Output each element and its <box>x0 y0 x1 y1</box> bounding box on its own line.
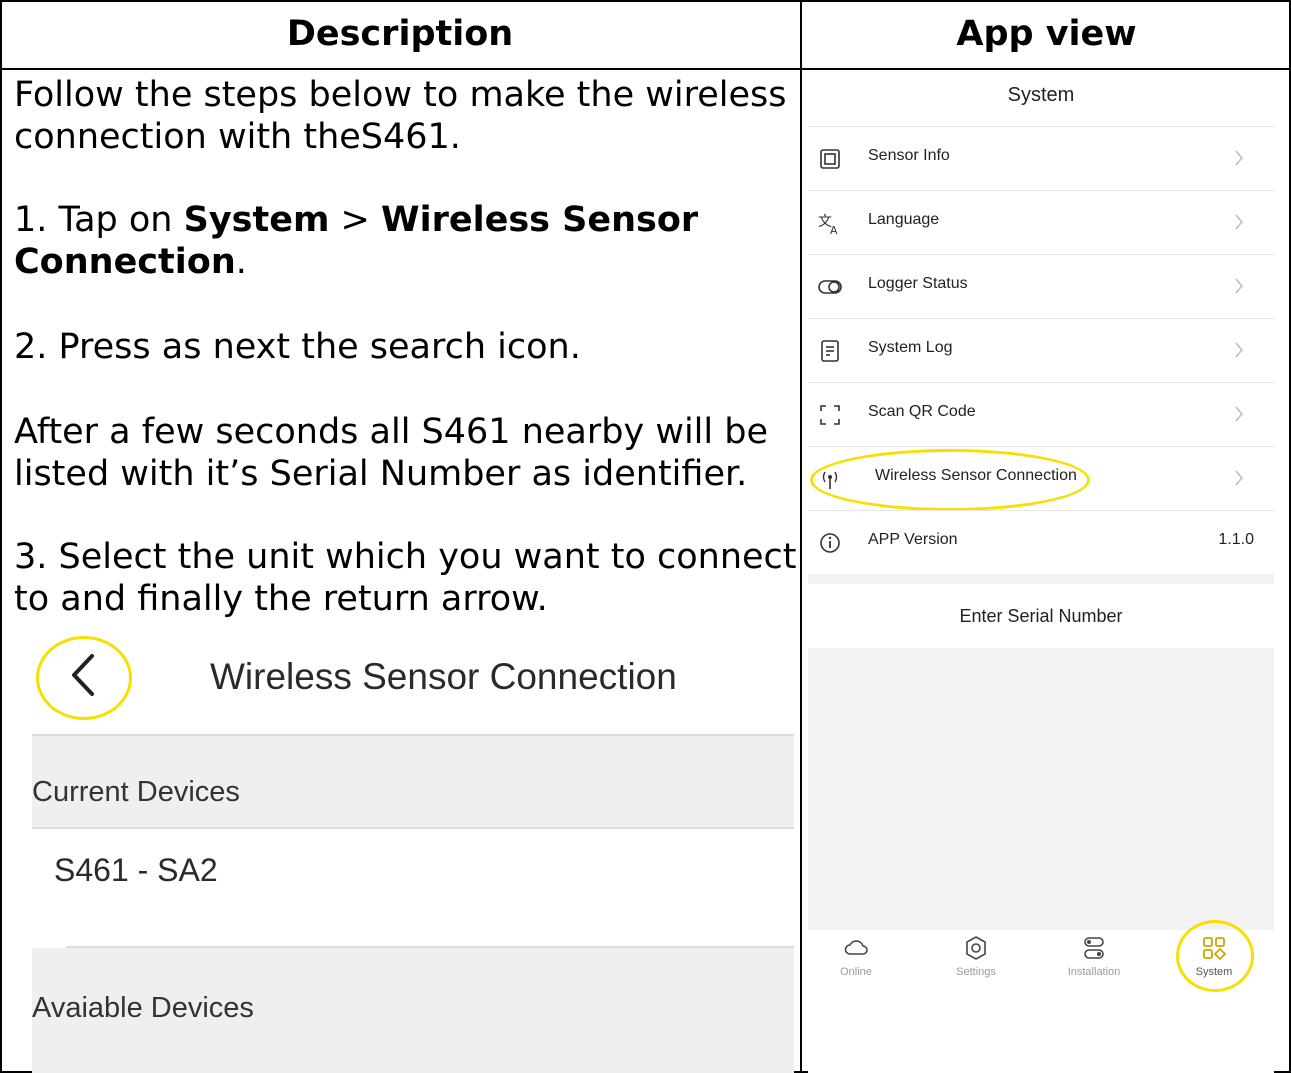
chevron-right-icon <box>1235 470 1243 486</box>
intro-line-2: connection with theS461. <box>14 117 461 157</box>
current-devices-label: Current Devices <box>32 776 240 808</box>
back-arrow-icon[interactable] <box>60 648 110 702</box>
step-1-system: System <box>183 200 330 240</box>
header-app-view: App view <box>956 14 1137 54</box>
installation-icon <box>1084 937 1104 959</box>
after-text: After a few seconds all S461 nearby will… <box>14 411 800 495</box>
section-divider <box>32 827 794 829</box>
section-band <box>808 574 1274 584</box>
cloud-icon <box>844 940 868 955</box>
tab-label: Installation <box>1067 966 1121 978</box>
menu-item-language[interactable]: 文 A Language <box>808 191 1274 255</box>
screen-title: Wireless Sensor Connection <box>210 656 677 697</box>
tab-settings[interactable]: Settings <box>936 934 1016 978</box>
svg-text:A: A <box>830 224 838 235</box>
wireless-connection-screenshot: Wireless Sensor Connection Current Devic… <box>14 630 800 1073</box>
step-2-text: 2. Press as next the search icon. <box>14 327 581 367</box>
step-1-separator: > <box>329 200 381 240</box>
tab-installation[interactable]: Installation <box>1054 934 1134 978</box>
system-tab-highlight-circle <box>1176 920 1254 992</box>
translate-icon: 文 A <box>818 214 838 235</box>
step-3-line-1: 3. Select the unit which you want to con… <box>14 537 797 577</box>
enter-serial-number[interactable]: Enter Serial Number <box>808 606 1274 627</box>
menu-label: System Log <box>868 339 953 356</box>
menu-item-scan-qr[interactable]: Scan QR Code <box>808 383 1274 447</box>
device-item[interactable]: S461 - SA2 <box>54 852 218 889</box>
menu-label: Sensor Info <box>868 147 950 164</box>
chip-icon <box>820 149 840 169</box>
after-line-1: After a few seconds all S461 nearby will… <box>14 412 768 452</box>
gear-icon <box>966 936 986 960</box>
app-version-value: 1.1.0 <box>1218 531 1254 548</box>
intro-text: Follow the steps below to make the wirel… <box>14 74 800 158</box>
tab-label: Settings <box>956 966 996 978</box>
menu-label: Scan QR Code <box>868 403 976 420</box>
step-3-text: 3. Select the unit which you want to con… <box>14 536 800 620</box>
chevron-right-icon <box>1235 278 1243 294</box>
toggle-icon <box>818 280 842 294</box>
scan-icon <box>820 405 840 425</box>
menu-label: Logger Status <box>868 275 968 292</box>
menu-item-app-version: APP Version 1.1.0 <box>808 511 1274 575</box>
app-title: System <box>1007 84 1075 106</box>
app-screenshot: System Sensor Info 文 A Language Logger S… <box>808 70 1274 1073</box>
info-icon <box>820 533 840 553</box>
step-1-wsc-part1: Wireless Sensor <box>381 200 699 240</box>
menu-item-system-log[interactable]: System Log <box>808 319 1274 383</box>
chevron-right-icon <box>1235 150 1243 166</box>
empty-content-area <box>808 648 1274 930</box>
step-1-text: 1. Tap on System > Wireless Sensor Conne… <box>14 199 800 283</box>
menu-label: Language <box>868 211 940 228</box>
step-1-prefix: 1. Tap on <box>14 200 184 240</box>
document-icon <box>821 340 839 362</box>
step-1-wsc-part2: Connection <box>14 242 236 282</box>
column-divider <box>800 0 802 1073</box>
after-line-2: listed with it’s Serial Number as identi… <box>14 454 748 494</box>
chevron-right-icon <box>1235 342 1243 358</box>
chevron-right-icon <box>1235 214 1243 230</box>
tab-label: Online <box>840 966 872 978</box>
tab-online[interactable]: Online <box>816 934 896 978</box>
step-1-end: . <box>235 242 247 282</box>
intro-line-1: Follow the steps below to make the wirel… <box>14 75 787 115</box>
available-devices-label: Avaiable Devices <box>32 992 254 1024</box>
menu-item-sensor-info[interactable]: Sensor Info <box>808 127 1274 191</box>
header-description: Description <box>286 14 514 54</box>
step-3-line-2: to and finally the return arrow. <box>14 579 548 619</box>
chevron-right-icon <box>1235 406 1243 422</box>
menu-item-logger-status[interactable]: Logger Status <box>808 255 1274 319</box>
menu-label: APP Version <box>868 531 958 548</box>
wireless-highlight-circle <box>810 449 1090 511</box>
